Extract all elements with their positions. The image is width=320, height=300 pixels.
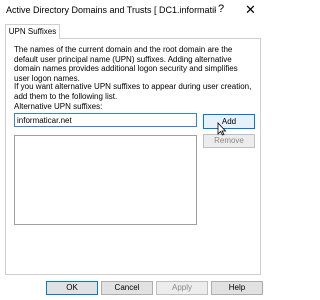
mouse-cursor-icon [217,122,227,136]
help-icon[interactable]: ? [218,3,224,15]
help-button[interactable]: Help [211,281,263,295]
description-text: The names of the current domain and the … [14,45,238,83]
add-button[interactable]: Add [203,114,255,129]
ok-button[interactable]: OK [46,281,98,295]
instructions-text: If you want alternative UPN suffixes to … [14,82,252,101]
title-bar: Active Directory Domains and Trusts [ DC… [0,0,266,22]
close-icon[interactable]: ✕ [245,2,256,18]
tab-panel: The names of the current domain and the … [5,38,261,275]
suffix-list[interactable] [14,135,197,225]
remove-button[interactable]: Remove [203,134,255,148]
upn-suffix-input[interactable]: informaticar.net [14,113,197,127]
suffixes-label: Alternative UPN suffixes: [14,102,103,111]
cancel-button[interactable]: Cancel [101,281,153,295]
tab-upn-suffixes[interactable]: UPN Suffixes [5,24,60,39]
window-title: Active Directory Domains and Trusts [ DC… [6,5,216,15]
apply-button[interactable]: Apply [156,281,208,295]
